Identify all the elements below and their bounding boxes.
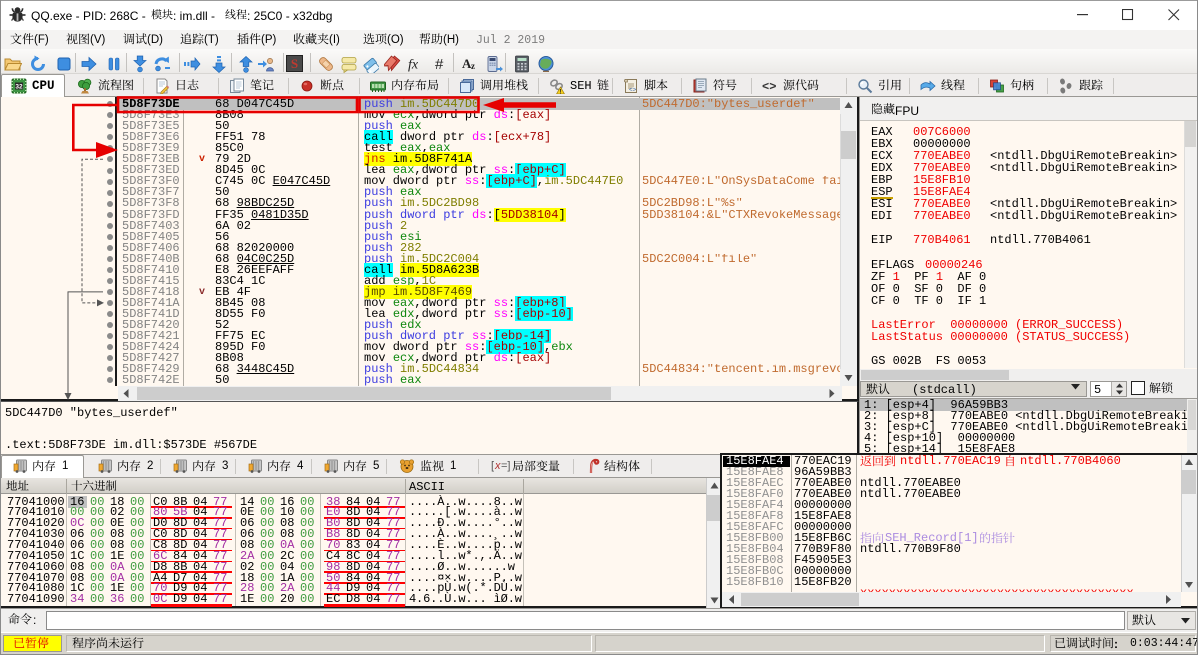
svg-text:#: # (435, 56, 444, 73)
svg-text:<>: <> (629, 87, 637, 94)
svg-text:z: z (471, 61, 475, 71)
svg-text:fx: fx (408, 58, 419, 73)
svg-text:32: 32 (15, 84, 23, 91)
svg-text:S: S (291, 56, 298, 71)
svg-text:<>: <> (762, 80, 776, 94)
